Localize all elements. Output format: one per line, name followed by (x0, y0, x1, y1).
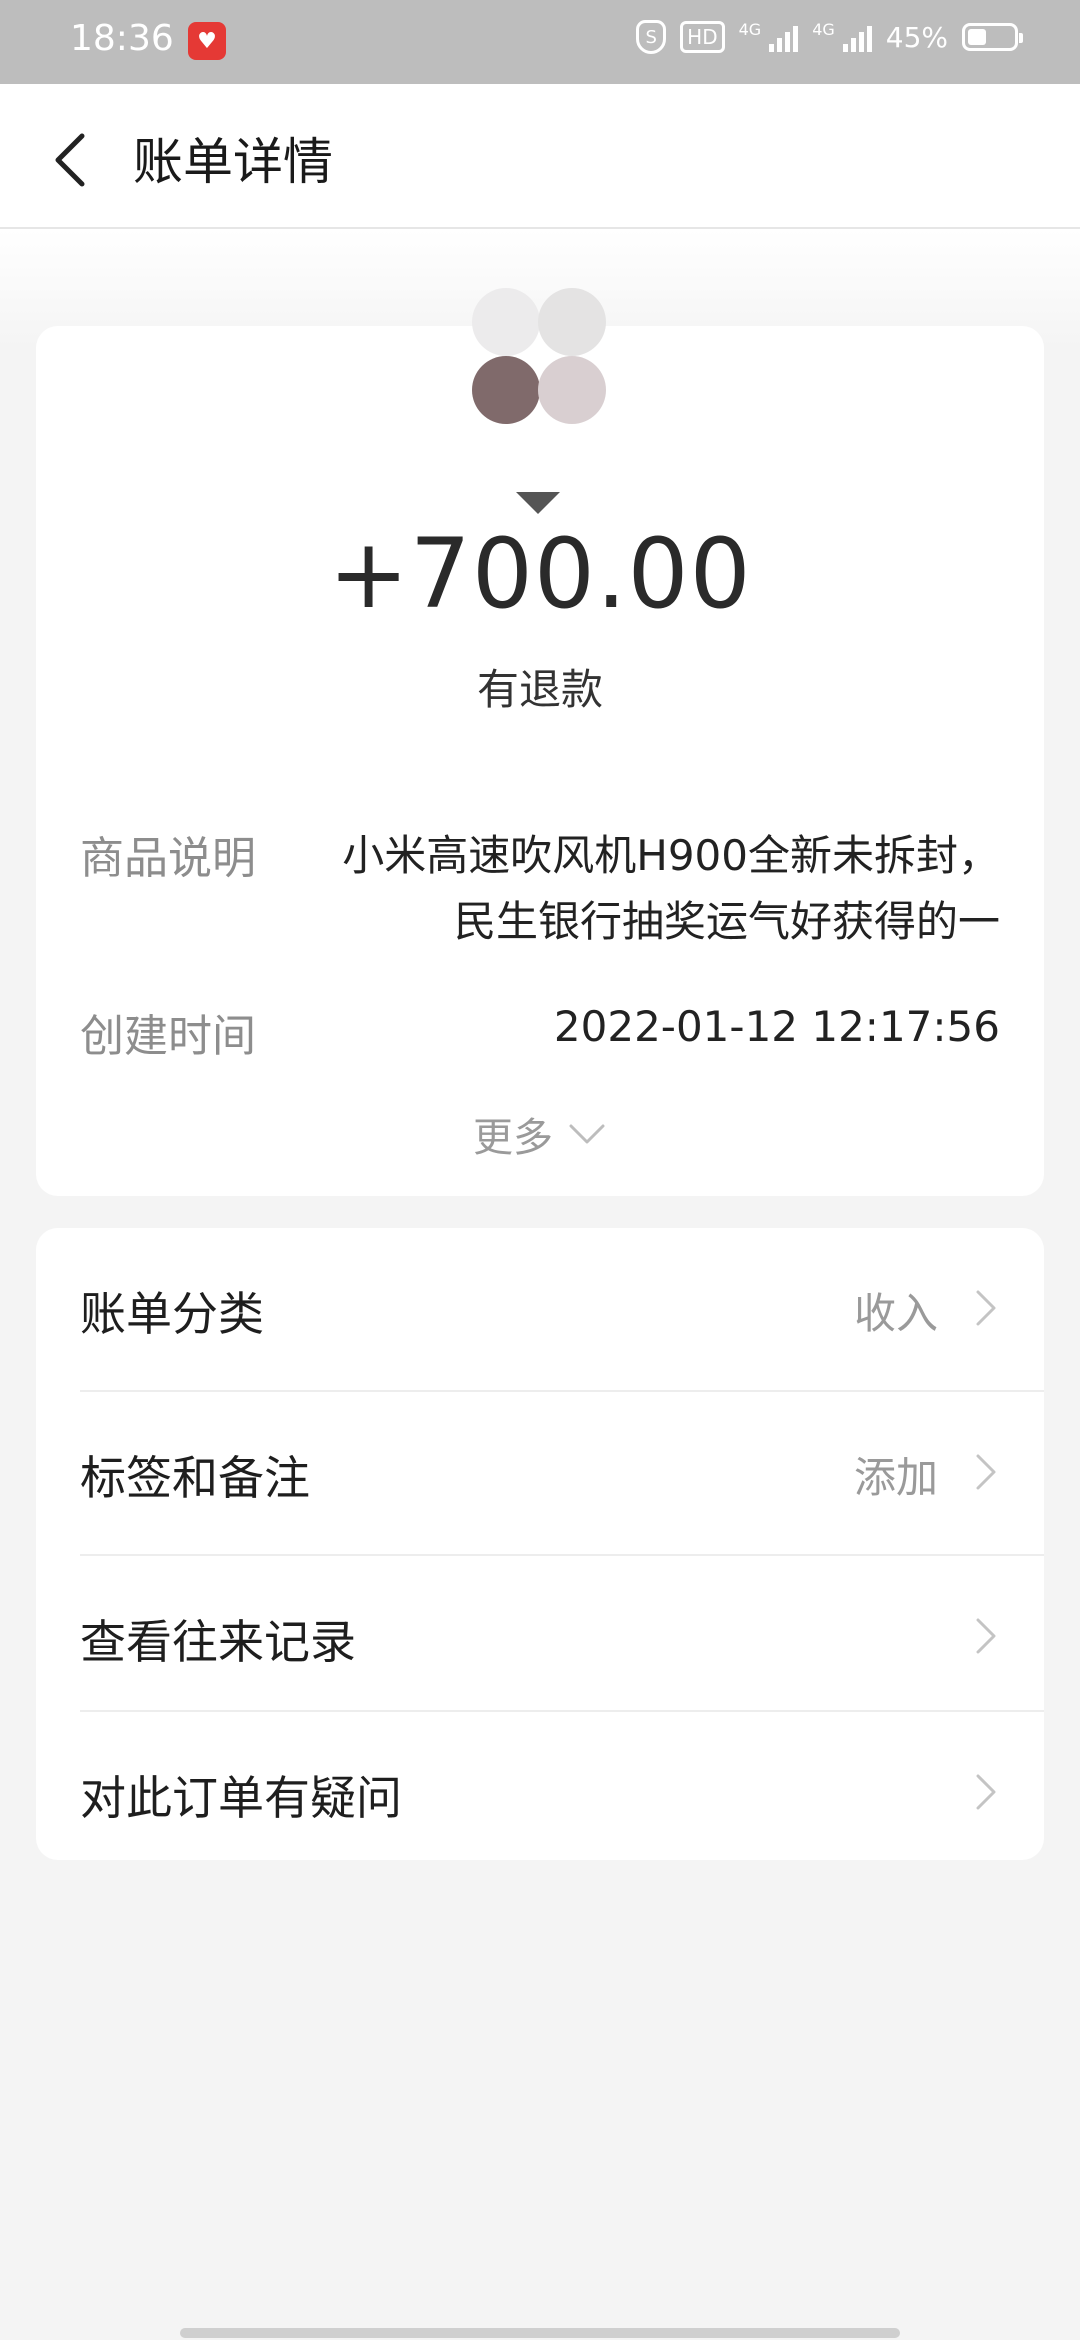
chevron-right-icon (976, 1454, 996, 1490)
menu-row-category[interactable]: 账单分类 收入 (36, 1228, 1044, 1388)
menu-row-label: 对此订单有疑问 (80, 1771, 402, 1825)
chevron-right-icon (976, 1618, 996, 1654)
menu-row-value: 收入 (853, 1289, 938, 1338)
menu-row-tags-notes[interactable]: 标签和备注 添加 (36, 1392, 1044, 1552)
menu-row-label: 账单分类 (80, 1287, 264, 1341)
battery-percent: 45% (885, 20, 948, 54)
shield-icon: S (636, 20, 667, 54)
status-time: 18:36 (70, 18, 174, 59)
page-title: 账单详情 (133, 133, 333, 191)
created-time-value: 2022-01-12 12:17:56 (553, 1002, 1000, 1051)
gesture-nav-bar[interactable] (180, 2328, 900, 2338)
back-button[interactable] (40, 120, 100, 200)
app-header: 账单详情 (0, 84, 1080, 229)
bill-status: 有退款 (476, 665, 603, 714)
menu-row-history[interactable]: 查看往来记录 (36, 1556, 1044, 1716)
hd-icon: HD (680, 21, 725, 53)
more-label: 更多 (473, 1115, 553, 1161)
battery-icon (962, 23, 1023, 51)
caret-down-icon (516, 492, 560, 514)
description-value-line1: 小米高速吹风机H900全新未拆封， (342, 831, 1000, 880)
status-bar: 18:36 ♥ S HD 4G 4G 45% (0, 0, 1080, 84)
description-value-line2: 民生银行抽奖运气好获得的一 (453, 897, 1000, 946)
bill-detail-card (36, 326, 1044, 1196)
menu-row-question[interactable]: 对此订单有疑问 (36, 1712, 1044, 1872)
description-label: 商品说明 (80, 833, 256, 884)
merchant-avatar (468, 288, 608, 428)
chevron-right-icon (976, 1774, 996, 1810)
heart-app-icon: ♥ (188, 22, 226, 60)
menu-row-label: 标签和备注 (80, 1451, 310, 1505)
more-toggle[interactable]: 更多 (0, 1105, 1080, 1163)
signal-icon-1 (769, 22, 799, 52)
chevron-left-icon (55, 133, 85, 187)
created-time-label: 创建时间 (80, 1011, 256, 1062)
menu-row-value: 添加 (853, 1453, 938, 1502)
status-icons: S HD 4G 4G 45% (636, 20, 1023, 54)
menu-row-label: 查看往来记录 (80, 1615, 356, 1669)
bill-amount: +700.00 (328, 518, 752, 630)
chevron-right-icon (976, 1290, 996, 1326)
chevron-down-icon (569, 1124, 605, 1144)
signal-icon-2 (842, 22, 872, 52)
network-type-2: 4G (812, 20, 835, 39)
network-type-1: 4G (738, 20, 762, 39)
